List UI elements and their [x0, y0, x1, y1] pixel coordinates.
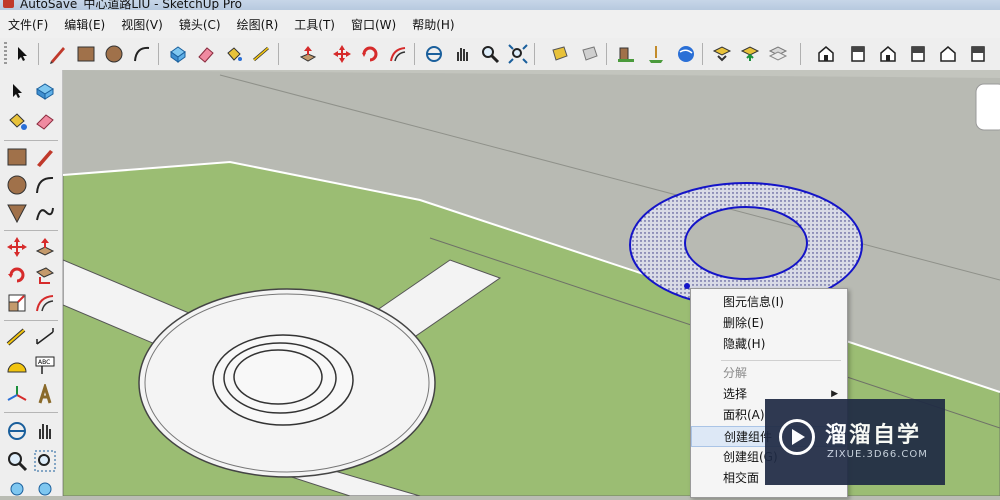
scale-icon[interactable] [4, 290, 30, 316]
watermark-logo: 溜溜自学 ZIXUE.3D66.COM [765, 399, 945, 485]
pan-icon[interactable] [450, 42, 474, 66]
menu-separator [721, 360, 841, 361]
circle-icon[interactable] [102, 42, 126, 66]
toolbar-grip[interactable] [4, 42, 7, 66]
back-view-icon[interactable] [936, 42, 960, 66]
share-component-icon[interactable] [738, 42, 762, 66]
text-icon[interactable]: ABC [32, 352, 58, 378]
zoom-window-icon[interactable] [32, 448, 58, 474]
rotate-icon[interactable] [358, 42, 382, 66]
rectangle-icon[interactable] [4, 144, 30, 170]
front-view-icon[interactable] [876, 42, 900, 66]
3d-text-icon[interactable] [32, 382, 58, 408]
toolbar-separator [534, 43, 535, 65]
zoom-icon[interactable] [4, 448, 30, 474]
polygon-icon[interactable] [4, 200, 30, 226]
move-icon[interactable] [330, 42, 354, 66]
window-title: AutoSave_中心道路LIU - SketchUp Pro [20, 0, 242, 10]
play-icon [779, 419, 815, 455]
line-icon[interactable] [32, 144, 58, 170]
orbit-icon[interactable] [422, 42, 446, 66]
toolbar-separator [702, 43, 703, 65]
component-tools-icon[interactable] [710, 42, 734, 66]
left-toolbar: ABC [0, 70, 63, 496]
move-icon[interactable] [4, 234, 30, 260]
context-item-explode: 分解 [723, 366, 748, 380]
top-view-icon[interactable] [846, 42, 870, 66]
arc-icon[interactable] [32, 172, 58, 198]
iso-view-icon[interactable] [814, 42, 838, 66]
paint-bucket-icon[interactable] [222, 42, 246, 66]
protractor-icon[interactable] [4, 352, 30, 378]
make-component-icon[interactable] [32, 78, 58, 104]
toggle-terrain-icon[interactable] [644, 42, 668, 66]
dynamic-components-icon[interactable] [766, 42, 790, 66]
offset-icon[interactable] [32, 290, 58, 316]
menu-help[interactable]: 帮助(H) [404, 16, 462, 33]
context-item-erase[interactable]: 删除(E) [691, 313, 846, 334]
menu-draw[interactable]: 绘图(R) [229, 16, 287, 33]
orbit-icon[interactable] [4, 418, 30, 444]
context-item-entity-info[interactable]: 图元信息(I) [691, 292, 846, 313]
sketchup-app-icon [3, 0, 14, 8]
pencil-icon[interactable] [46, 42, 70, 66]
paint-bucket-icon[interactable] [4, 108, 30, 134]
menu-camera[interactable]: 镜头(C) [171, 16, 229, 33]
toolbar-separator [158, 43, 159, 65]
google-earth-icon[interactable] [674, 42, 698, 66]
push-pull-icon[interactable] [32, 234, 58, 260]
menu-bar: 文件(F) 编辑(E) 视图(V) 镜头(C) 绘图(R) 工具(T) 窗口(W… [0, 10, 1000, 39]
freehand-icon[interactable] [32, 200, 58, 226]
select-icon[interactable] [10, 42, 34, 66]
right-view-icon[interactable] [906, 42, 930, 66]
toolbar-separator [4, 230, 58, 231]
menu-view[interactable]: 视图(V) [113, 16, 171, 33]
left-view-icon[interactable] [966, 42, 990, 66]
add-location-icon[interactable] [614, 42, 638, 66]
toolbar-separator [4, 140, 58, 141]
menu-window[interactable]: 窗口(W) [343, 16, 404, 33]
top-toolbar [0, 38, 1000, 71]
menu-edit[interactable]: 编辑(E) [56, 16, 113, 33]
context-item-select-label: 选择 [723, 387, 748, 401]
eraser-icon[interactable] [32, 108, 58, 134]
share-model-icon[interactable] [578, 42, 602, 66]
toolbar-separator [800, 43, 801, 65]
menu-file[interactable]: 文件(F) [0, 16, 56, 33]
toolbar-separator [4, 412, 58, 413]
zoom-extents-icon[interactable] [506, 42, 530, 66]
next-view-icon[interactable] [32, 474, 58, 500]
circle-icon[interactable] [4, 172, 30, 198]
toolbar-separator [278, 43, 279, 65]
previous-view-icon[interactable] [4, 474, 30, 500]
toolbar-separator [414, 43, 415, 65]
get-models-icon[interactable] [548, 42, 572, 66]
select-icon[interactable] [4, 78, 30, 104]
svg-text:ABC: ABC [38, 359, 50, 366]
watermark-title: 溜溜自学 [825, 423, 922, 448]
push-pull-icon[interactable] [296, 42, 320, 66]
eraser-icon[interactable] [194, 42, 218, 66]
offset-icon[interactable] [386, 42, 410, 66]
axes-icon[interactable] [4, 382, 30, 408]
follow-me-icon[interactable] [32, 262, 58, 288]
watermark-url: ZIXUE.3D66.COM [827, 449, 928, 460]
zoom-icon[interactable] [478, 42, 502, 66]
toolbar-separator [606, 43, 607, 65]
rotate-icon[interactable] [4, 262, 30, 288]
arc-icon[interactable] [130, 42, 154, 66]
title-bar: AutoSave_中心道路LIU - SketchUp Pro [0, 0, 1000, 10]
tape-measure-icon[interactable] [4, 324, 30, 350]
toolbar-separator [38, 43, 39, 65]
pan-icon[interactable] [32, 418, 58, 444]
tape-measure-icon[interactable] [250, 42, 274, 66]
toolbar-separator [4, 320, 58, 321]
rectangle-icon[interactable] [74, 42, 98, 66]
context-item-hide[interactable]: 隐藏(H) [691, 334, 846, 355]
dimension-icon[interactable] [32, 324, 58, 350]
make-component-icon[interactable] [166, 42, 190, 66]
menu-tools[interactable]: 工具(T) [286, 16, 343, 33]
